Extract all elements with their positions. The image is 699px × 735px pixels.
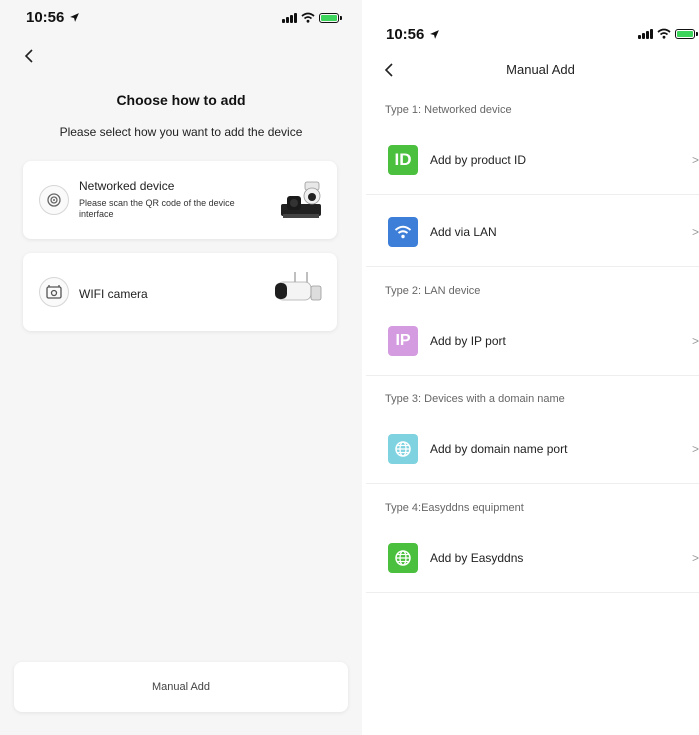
chevron-right-icon: > — [691, 441, 699, 456]
row-label: Add by domain name port — [430, 441, 568, 456]
manual-add-button[interactable]: Manual Add — [14, 662, 348, 712]
wifi-status-icon — [301, 12, 315, 23]
add-by-product-id-row[interactable]: ID Add by product ID > — [366, 125, 699, 195]
wifi-icon — [388, 216, 418, 247]
add-via-lan-row[interactable]: Add via LAN > — [366, 197, 699, 267]
section-label-type-4: Type 4:Easyddns equipment — [385, 502, 524, 514]
location-arrow-icon — [69, 13, 79, 22]
page-title: Manual Add — [506, 62, 575, 77]
battery-charging-icon — [319, 12, 342, 23]
chevron-right-icon: > — [691, 224, 699, 239]
row-label: Add by product ID — [430, 152, 527, 167]
nvr-camera-image — [279, 176, 325, 227]
chevron-right-icon: > — [691, 152, 699, 167]
qr-scan-icon — [39, 185, 69, 215]
status-time: 10:56 — [386, 26, 440, 43]
section-label-type-2: Type 2: LAN device — [385, 285, 481, 297]
wifi-camera-icon — [39, 277, 69, 307]
battery-charging-icon — [675, 28, 698, 39]
status-icons — [638, 28, 698, 39]
option-title: WIFI camera — [79, 287, 148, 301]
page-title: Choose how to add — [116, 92, 246, 108]
status-bar: 10:56 — [0, 0, 362, 30]
section-label-type-1: Type 1: Networked device — [385, 104, 512, 116]
globe-icon — [388, 433, 418, 464]
row-label: Add via LAN — [430, 224, 497, 239]
wifi-status-icon — [657, 28, 671, 39]
cellular-signal-icon — [638, 28, 653, 39]
page-subtitle: Please select how you want to add the de… — [59, 125, 303, 139]
choose-how-to-add-screen: 10:56 Choose how to add Please select ho… — [0, 0, 362, 735]
status-icons — [282, 12, 342, 23]
chevron-right-icon: > — [691, 333, 699, 348]
back-button[interactable] — [24, 44, 44, 68]
section-label-type-3: Type 3: Devices with a domain name — [385, 393, 565, 405]
wifi-camera-option[interactable]: WIFI camera — [23, 253, 337, 331]
networked-device-option[interactable]: Networked device Please scan the QR code… — [23, 161, 337, 239]
option-title: Networked device — [79, 179, 175, 193]
status-bar: 10:56 — [366, 0, 699, 43]
status-time: 10:56 — [26, 9, 80, 26]
bullet-camera-image — [273, 270, 325, 315]
id-icon: ID — [388, 144, 418, 175]
manual-add-screen: 10:56 Manual Add Type 1: Networked devic… — [366, 0, 699, 735]
add-by-easyddns-row[interactable]: Add by Easyddns > — [366, 523, 699, 593]
chevron-right-icon: > — [691, 550, 699, 565]
add-by-domain-name-port-row[interactable]: Add by domain name port > — [366, 414, 699, 484]
ip-icon: IP — [388, 325, 418, 356]
chevron-left-icon — [24, 49, 33, 63]
add-by-ip-port-row[interactable]: IP Add by IP port > — [366, 306, 699, 376]
cellular-signal-icon — [282, 12, 297, 23]
globe-icon — [388, 542, 418, 573]
location-arrow-icon — [429, 30, 439, 39]
row-label: Add by Easyddns — [430, 550, 524, 565]
row-label: Add by IP port — [430, 333, 506, 348]
option-description: Please scan the QR code of the device in… — [79, 198, 235, 219]
